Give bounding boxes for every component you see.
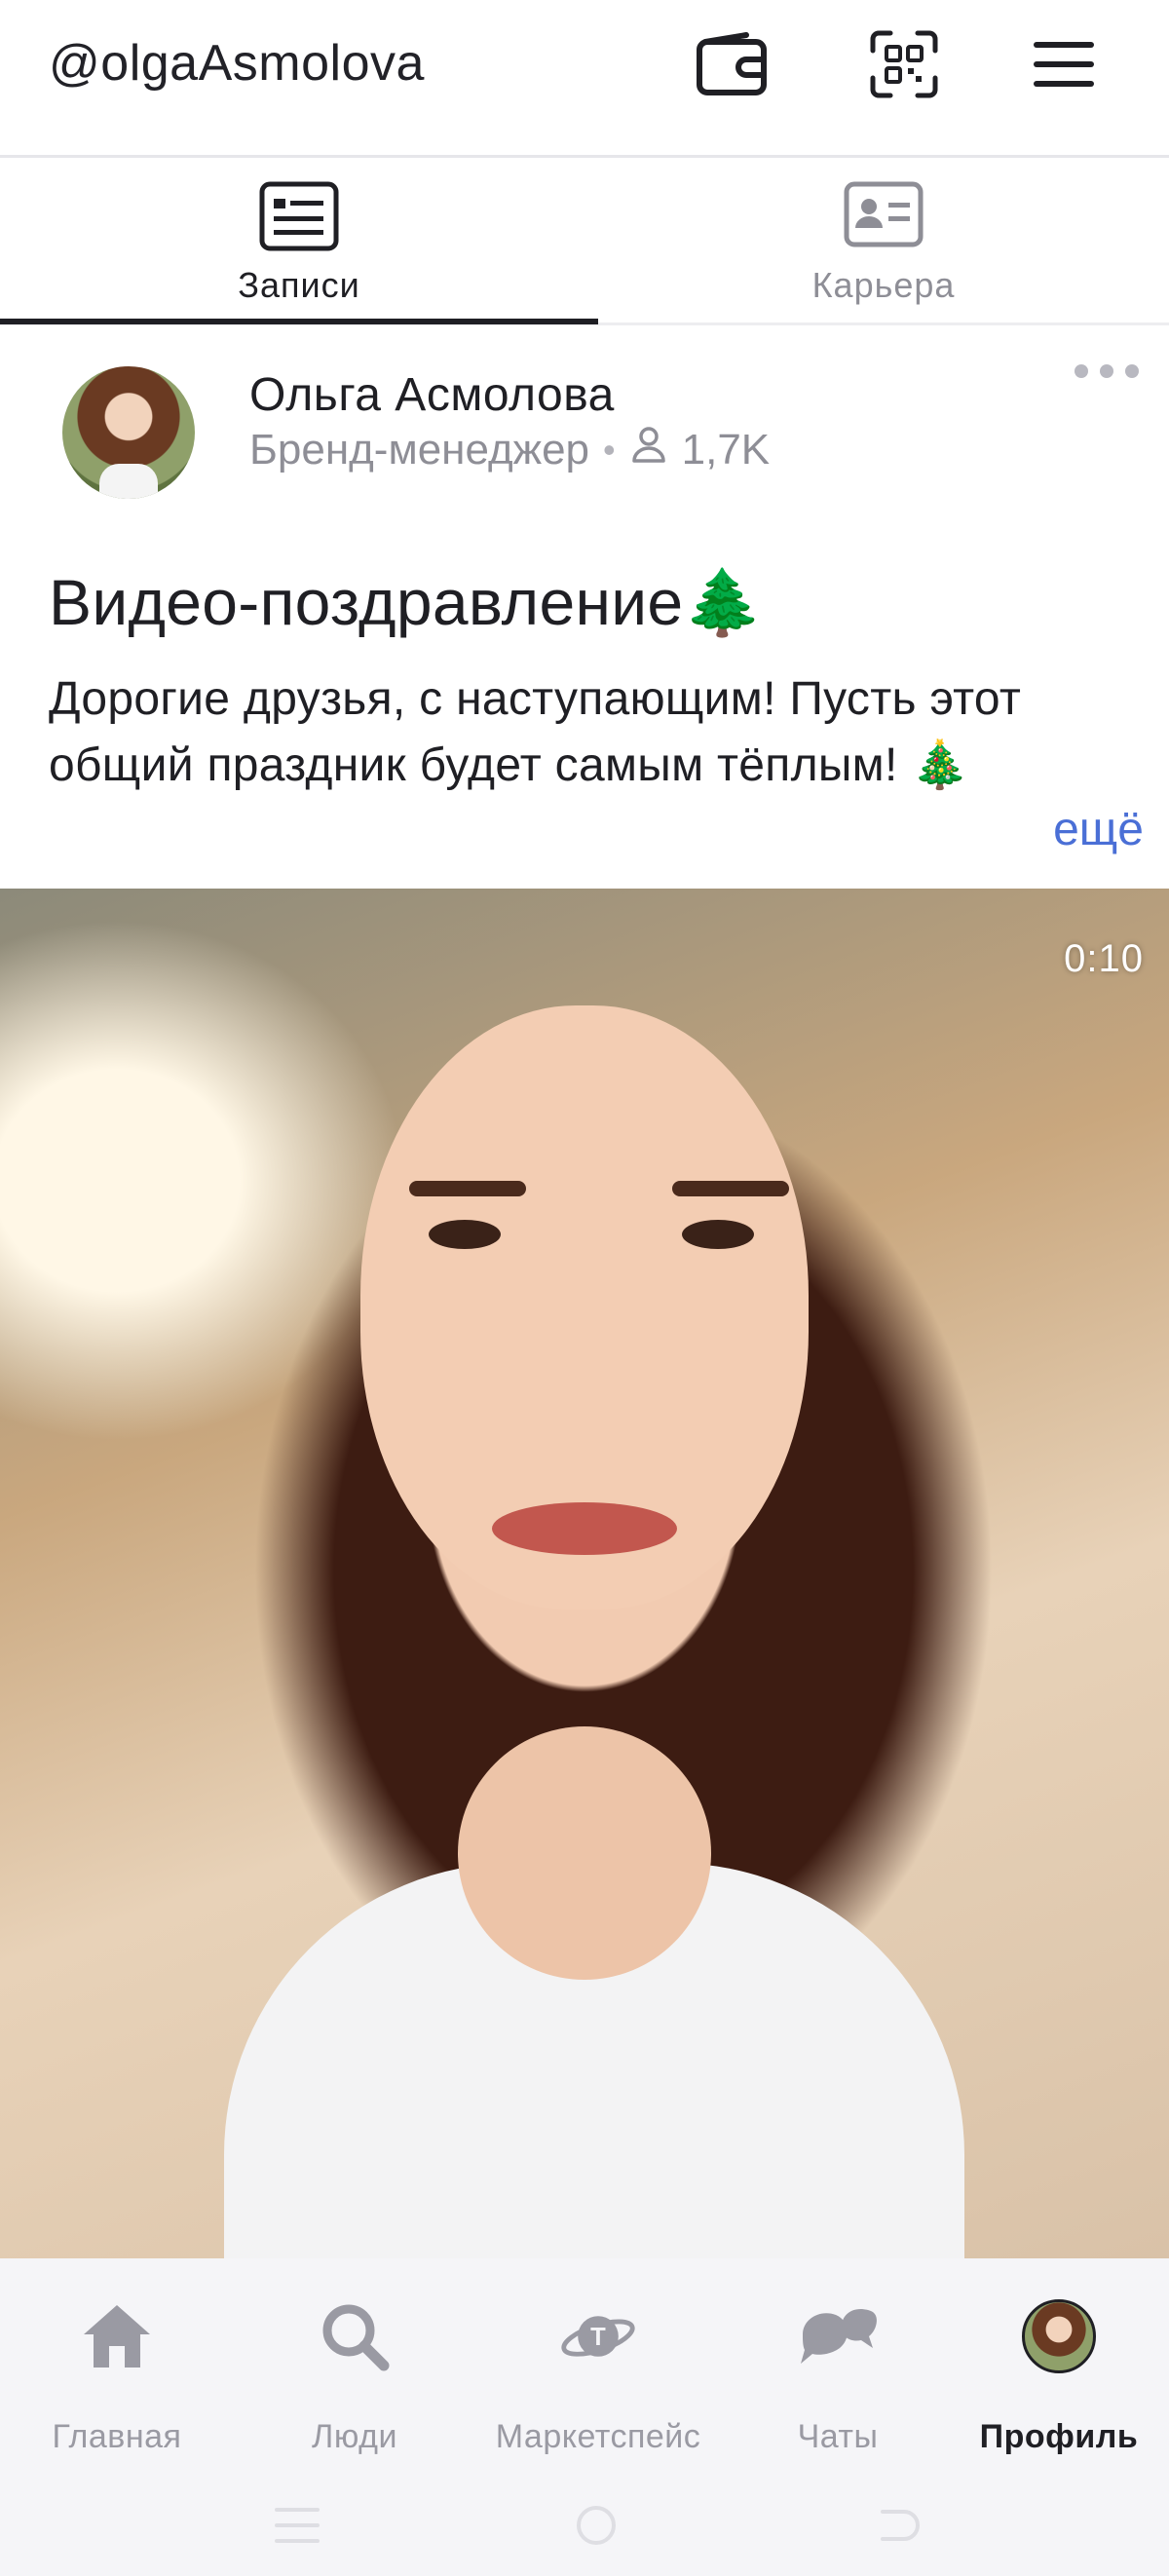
back-icon[interactable] (877, 2504, 922, 2547)
qr-scan-icon[interactable] (865, 25, 943, 103)
author-role: Бренд-менеджер (249, 425, 590, 474)
wallet-icon[interactable] (694, 25, 772, 103)
post-options-icon[interactable] (1068, 357, 1146, 386)
nav-people-label: Люди (312, 2418, 397, 2455)
svg-text:T: T (590, 2324, 606, 2351)
tab-career-label: Карьера (811, 265, 956, 305)
profile-tabs: Записи Карьера (0, 158, 1169, 325)
active-tab-indicator (0, 319, 598, 324)
nav-chats-label: Чаты (797, 2418, 879, 2455)
nav-marketspace-label: Маркетспейс (495, 2418, 701, 2455)
video-duration: 0:10 (1064, 937, 1144, 980)
separator-dot: • (603, 429, 616, 470)
nav-profile-label: Профиль (979, 2418, 1139, 2455)
id-card-icon (844, 181, 924, 252)
avatar (1022, 2299, 1096, 2373)
nav-home[interactable]: Главная (0, 2297, 234, 2455)
tab-career[interactable]: Карьера (598, 158, 1169, 325)
post-text: Дорогие друзья, с наступающим! Пусть это… (49, 673, 1022, 791)
nav-people[interactable]: Люди (238, 2297, 471, 2455)
post-video[interactable]: 0:10 (0, 889, 1169, 2258)
chat-icon (799, 2297, 877, 2375)
followers-count: 1,7K (681, 425, 771, 474)
author-meta: Бренд-менеджер • 1,7K (249, 425, 770, 474)
system-nav-bar (0, 2475, 1169, 2576)
nav-home-label: Главная (52, 2418, 182, 2455)
nav-chats[interactable]: Чаты (721, 2297, 955, 2455)
profile-handle[interactable]: @olgaAsmolova (49, 29, 425, 97)
home-button-icon[interactable] (575, 2504, 618, 2547)
nav-profile[interactable]: Профиль (949, 2297, 1169, 2455)
search-icon (316, 2297, 394, 2375)
planet-icon: T (559, 2297, 637, 2375)
tab-posts-label: Записи (238, 265, 360, 305)
author-avatar[interactable] (62, 366, 195, 499)
post-title: Видео-поздравление🌲 (49, 566, 764, 638)
home-icon (78, 2297, 156, 2375)
recent-apps-icon[interactable] (275, 2504, 320, 2547)
followers-icon (629, 425, 668, 474)
posts-icon (259, 181, 339, 256)
read-more-link[interactable]: ещё (1053, 803, 1144, 856)
author-name[interactable]: Ольга Асмолова (249, 368, 615, 422)
nav-marketspace[interactable]: T Маркетспейс (479, 2297, 717, 2455)
menu-icon[interactable] (1025, 25, 1103, 103)
tab-posts[interactable]: Записи (0, 158, 598, 325)
top-app-bar: @olgaAsmolova (0, 0, 1169, 158)
